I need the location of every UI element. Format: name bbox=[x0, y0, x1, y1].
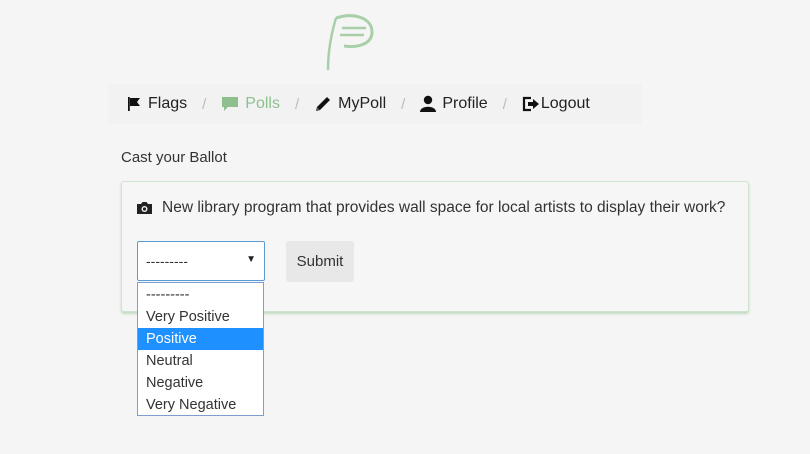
nav-separator: / bbox=[502, 95, 507, 113]
nav-separator: / bbox=[401, 95, 406, 113]
ballot-select[interactable]: --------- ▼ bbox=[137, 241, 265, 281]
dropdown-option[interactable]: Neutral bbox=[138, 350, 263, 372]
main-nav: Flags / Polls / MyPoll / Profile / Logou… bbox=[108, 84, 642, 124]
nav-label-polls: Polls bbox=[245, 95, 280, 112]
nav-label-flags: Flags bbox=[148, 95, 188, 112]
dropdown-option-highlighted[interactable]: Positive bbox=[138, 328, 263, 350]
comment-icon bbox=[221, 96, 239, 112]
nav-item-mypoll[interactable]: MyPoll bbox=[314, 95, 386, 113]
camera-icon bbox=[136, 201, 153, 215]
dropdown-option[interactable]: Negative bbox=[138, 372, 263, 394]
submit-button[interactable]: Submit bbox=[286, 241, 354, 282]
nav-separator: / bbox=[202, 95, 207, 113]
dropdown-option[interactable]: Very Negative bbox=[138, 394, 263, 416]
poll-question-text: New library program that provides wall s… bbox=[162, 199, 726, 216]
nav-item-logout[interactable]: Logout bbox=[522, 95, 590, 113]
nav-item-flags[interactable]: Flags bbox=[126, 95, 187, 113]
flag-icon bbox=[126, 96, 142, 112]
nav-separator: / bbox=[294, 95, 300, 113]
dropdown-option[interactable]: Very Positive bbox=[138, 306, 263, 328]
user-icon bbox=[420, 95, 437, 113]
nav-label-mypoll: MyPoll bbox=[338, 95, 387, 112]
app-logo bbox=[326, 14, 374, 71]
poll-question: New library program that provides wall s… bbox=[136, 199, 725, 217]
nav-item-profile[interactable]: Profile bbox=[420, 95, 488, 113]
page-title: Cast your Ballot bbox=[121, 149, 227, 166]
nav-item-polls[interactable]: Polls bbox=[221, 95, 280, 113]
chevron-down-icon: ▼ bbox=[246, 254, 256, 265]
nav-label-logout: Logout bbox=[540, 95, 590, 112]
pencil-icon bbox=[314, 95, 332, 113]
logout-icon bbox=[522, 96, 540, 112]
ballot-dropdown-list: --------- Very Positive Positive Neutral… bbox=[137, 282, 264, 416]
dropdown-option[interactable]: --------- bbox=[138, 284, 263, 306]
nav-label-profile: Profile bbox=[442, 95, 488, 112]
ballot-select-value: --------- bbox=[146, 253, 188, 269]
